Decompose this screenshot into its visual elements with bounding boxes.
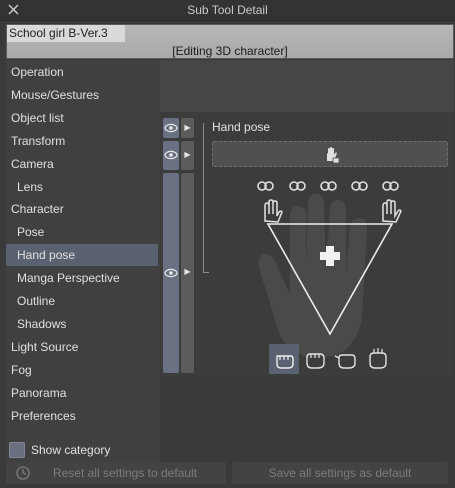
category-list: Operation Mouse/Gestures Object list Transf… — [6, 60, 160, 462]
show-category-label: Show category — [31, 443, 111, 457]
sidebar-item-transform[interactable]: Transform — [6, 130, 158, 152]
sidebar-item-panorama[interactable]: Panorama — [6, 382, 158, 404]
link-icon-ring — [351, 181, 368, 191]
link-icon-thumb — [257, 181, 274, 191]
eye-icon — [164, 123, 178, 133]
title-bar: Sub Tool Detail — [0, 0, 455, 21]
visibility-toggle[interactable] — [163, 141, 179, 170]
finger-link-icons — [257, 181, 399, 191]
visibility-toggle[interactable] — [163, 173, 179, 373]
sidebar-item-mouse-gestures[interactable]: Mouse/Gestures — [6, 84, 158, 106]
show-category-toggle[interactable]: Show category — [6, 440, 110, 460]
sidebar-item-fog[interactable]: Fog — [6, 359, 158, 381]
fist-hand-icon — [276, 355, 294, 369]
sidebar-item-pose[interactable]: Pose — [6, 221, 158, 243]
sidebar-item-object-list[interactable]: Object list — [6, 107, 158, 129]
hand-pose-heading: Hand pose — [212, 120, 271, 134]
relaxed-hand-icon — [369, 348, 387, 369]
expand-arrow-icon: ▶ — [184, 123, 191, 132]
group-bracket — [203, 123, 209, 273]
preset-hand-fist-selected[interactable] — [269, 344, 299, 374]
pointing-hand-icon — [334, 354, 356, 369]
link-icon-pinky — [382, 181, 399, 191]
expand-toggle[interactable]: ▶ — [181, 118, 194, 138]
expand-arrow-icon: ▶ — [184, 150, 191, 159]
reset-icon — [16, 466, 30, 480]
window-title: Sub Tool Detail — [187, 3, 268, 17]
sidebar-item-preferences[interactable]: Preferences — [6, 405, 158, 427]
grip-hand-icon — [306, 353, 325, 369]
visibility-toggle[interactable] — [163, 118, 179, 138]
link-icon-middle — [320, 181, 337, 191]
hand-register-icon — [327, 147, 340, 164]
eye-icon — [164, 268, 178, 278]
sidebar-item-shadows[interactable]: Shadows — [6, 313, 158, 335]
subtool-name-bar: School girl B-Ver.3 [Editing 3D characte… — [6, 24, 454, 59]
subtool-name[interactable]: School girl B-Ver.3 — [7, 25, 125, 42]
reset-settings-button[interactable]: Reset all settings to default — [6, 462, 226, 484]
editing-mode-label: [Editing 3D character] — [172, 44, 288, 58]
save-settings-label: Save all settings as default — [268, 466, 412, 480]
preset-hand-grip[interactable] — [302, 344, 328, 374]
save-settings-button[interactable]: Save all settings as default — [232, 462, 448, 484]
open-hand-right-icon — [382, 199, 402, 223]
sidebar-item-operation[interactable]: Operation — [6, 61, 158, 83]
open-hand-left-icon — [264, 199, 283, 223]
hand-pose-preset-drop[interactable] — [212, 141, 448, 167]
sidebar-item-light-source[interactable]: Light Source — [6, 336, 158, 358]
show-category-checkbox[interactable] — [9, 442, 25, 458]
sidebar-item-camera[interactable]: Camera — [6, 153, 158, 175]
preset-hand-relaxed[interactable] — [364, 344, 390, 374]
sidebar-item-character[interactable]: Character — [6, 198, 158, 220]
sidebar-item-manga-perspective[interactable]: Manga Perspective — [6, 267, 158, 289]
sidebar-item-hand-pose[interactable]: Hand pose — [6, 244, 158, 267]
settings-header-strip — [160, 60, 454, 112]
hand-silhouette — [258, 194, 368, 358]
sidebar-item-lens[interactable]: Lens — [6, 176, 158, 198]
preset-hand-point[interactable] — [333, 344, 359, 374]
expand-toggle[interactable]: ▶ — [181, 141, 194, 170]
expand-arrow-icon: ▶ — [184, 267, 191, 276]
footer-bar: Reset all settings to default Save all s… — [0, 462, 455, 488]
link-icon-index — [289, 181, 306, 191]
eye-icon — [164, 150, 178, 160]
sidebar-item-outline[interactable]: Outline — [6, 290, 158, 312]
expand-toggle[interactable]: ▶ — [181, 173, 194, 373]
reset-settings-label: Reset all settings to default — [52, 466, 198, 480]
